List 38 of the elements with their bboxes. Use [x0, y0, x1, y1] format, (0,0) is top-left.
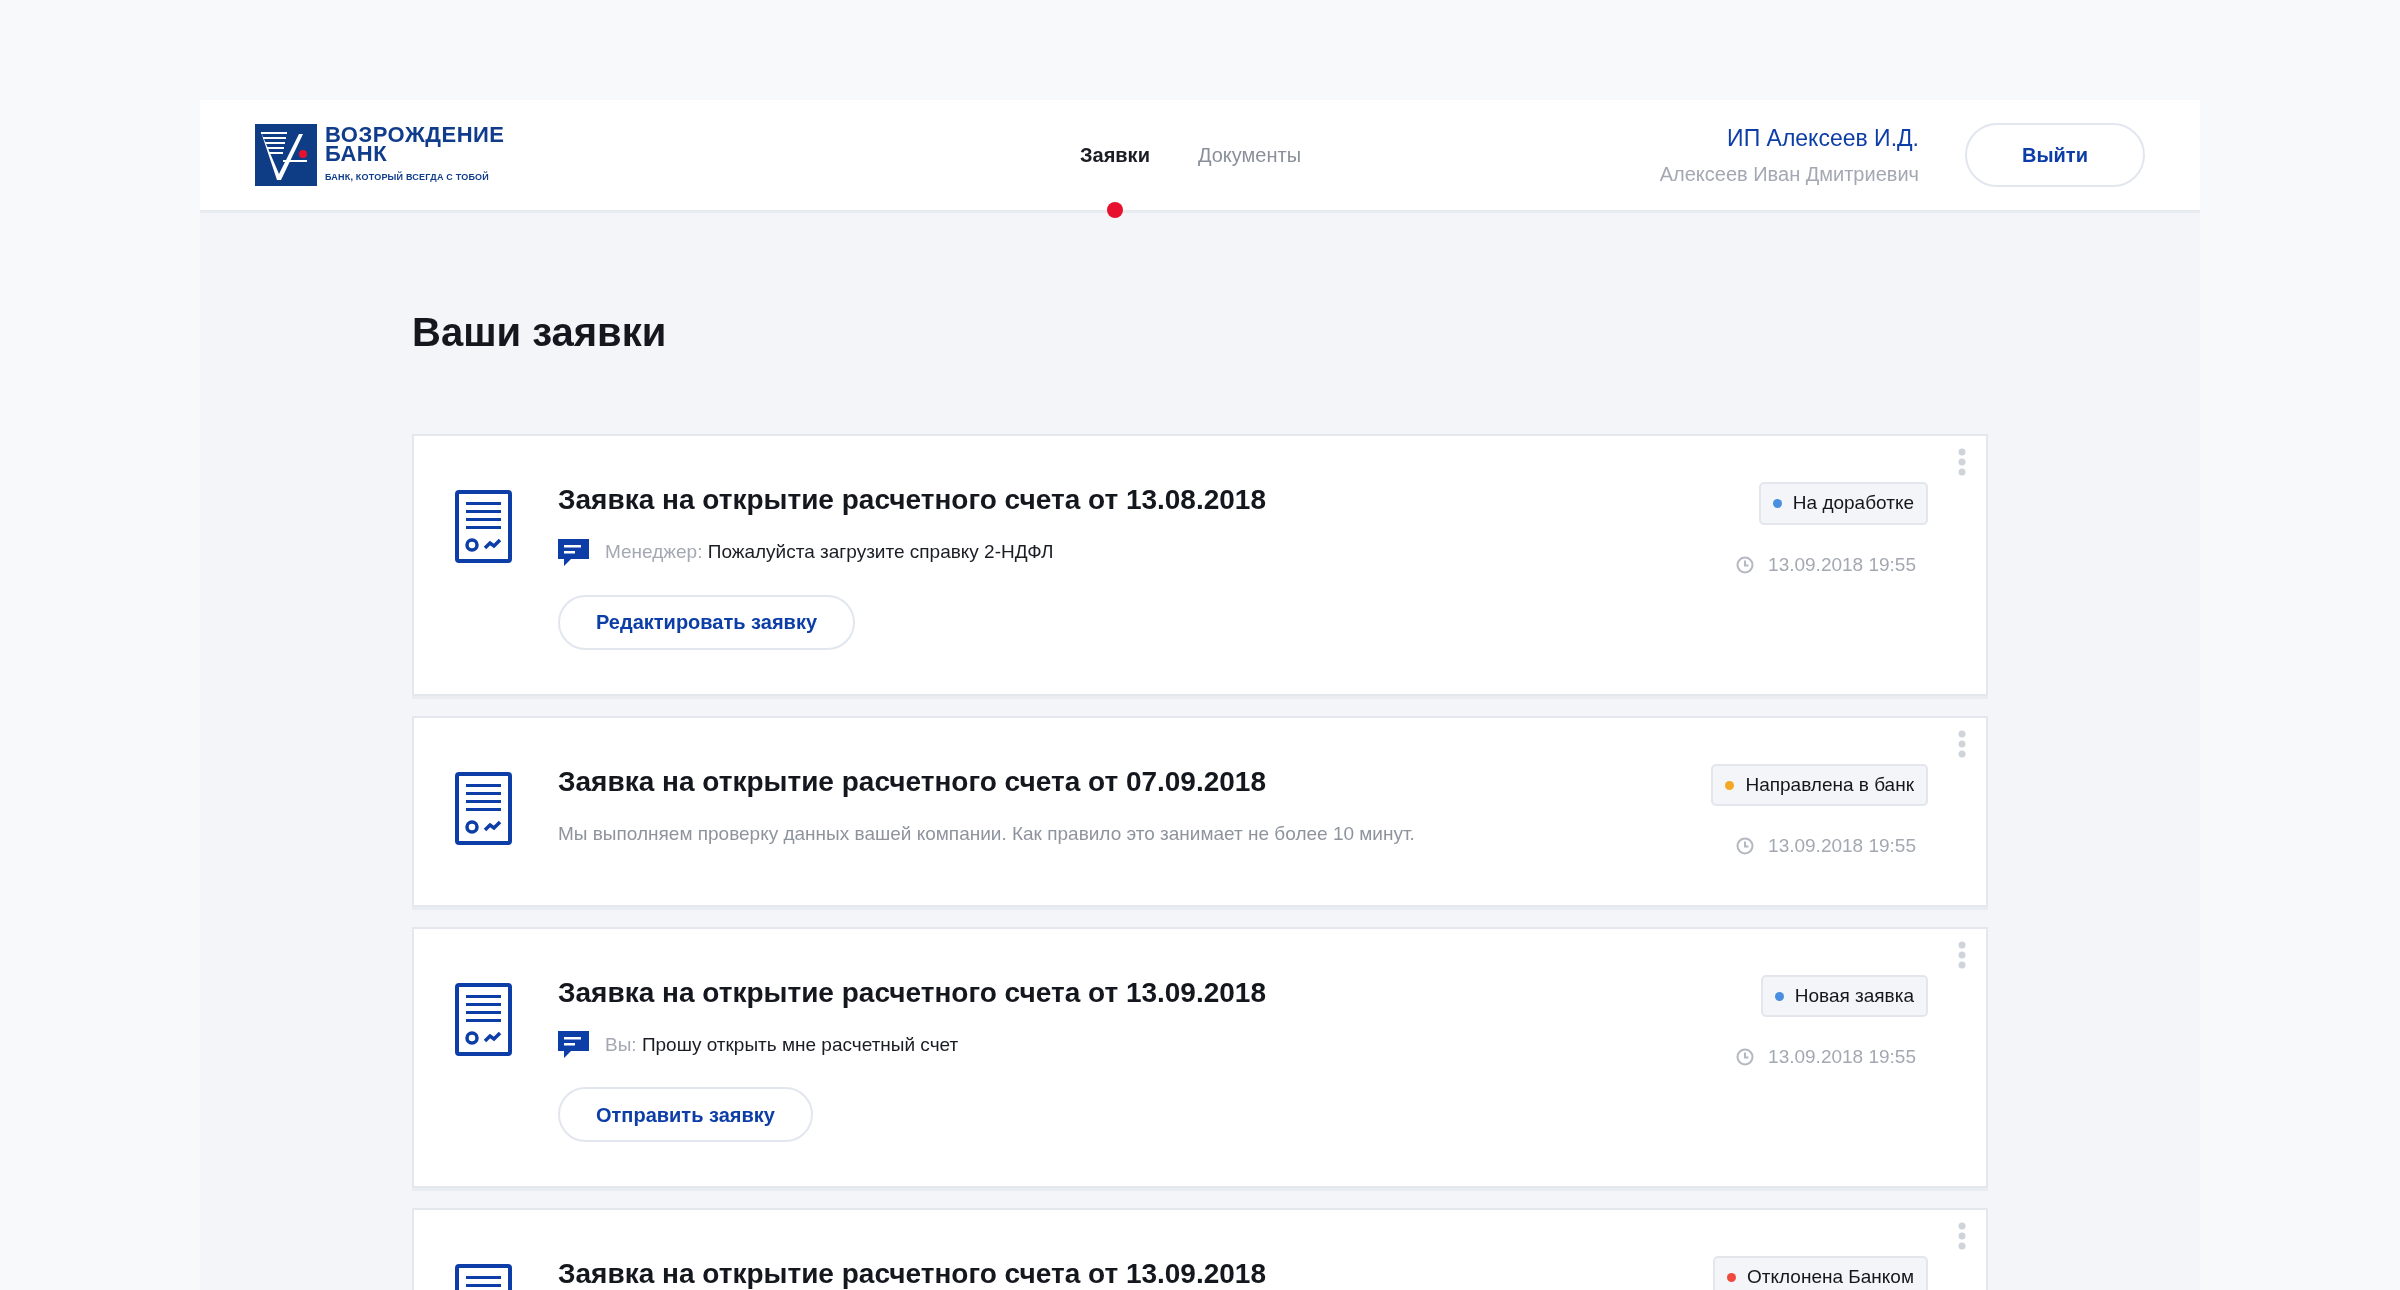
- message-icon: [558, 1031, 589, 1059]
- application-title[interactable]: Заявка на открытие расчетного счета от 07.09.2018: [558, 763, 1712, 800]
- comment-text: Вы: Прошу открыть мне расчетный счет: [605, 1032, 959, 1057]
- bank-slogan: БАНК, КОТОРЫЙ ВСЕГДА С ТОБОЙ: [325, 171, 490, 185]
- status-badge: Новая заявка: [1760, 974, 1928, 1017]
- document-icon: [455, 982, 512, 1056]
- company-name[interactable]: ИП Алексеев И.Д.: [1727, 120, 1919, 156]
- more-menu-icon[interactable]: [1958, 1222, 1966, 1250]
- status-badge: Отклонена Банком: [1713, 1256, 1928, 1290]
- action-button[interactable]: Отправить заявку: [558, 1087, 813, 1142]
- nav-tab[interactable]: Заявки: [1080, 134, 1150, 176]
- message-icon: [558, 538, 589, 566]
- timestamp: 13.09.2018 19:55: [1768, 1045, 1916, 1069]
- bank-name: БАНК: [325, 144, 388, 164]
- more-menu-icon[interactable]: [1958, 448, 1966, 476]
- clock-icon: [1736, 1048, 1755, 1067]
- status-note: Мы выполняем проверку данных вашей компании. Как правило это занимает не более 10 минут.: [558, 821, 1416, 846]
- status-badge: Направлена в банк: [1711, 763, 1928, 806]
- logo-icon: [255, 124, 317, 186]
- clock-icon: [1736, 555, 1755, 574]
- timestamp: 13.09.2018 19:55: [1768, 552, 1916, 577]
- action-button[interactable]: Редактировать заявку: [558, 594, 855, 650]
- more-menu-icon[interactable]: [1958, 940, 1966, 969]
- page-title: Ваши заявки: [412, 309, 668, 356]
- active-tab-dot: [1106, 202, 1123, 218]
- document-icon: [455, 490, 512, 563]
- bank-name: ВОЗРОЖДЕНИЕ: [325, 125, 505, 145]
- timestamp: 13.09.2018 19:55: [1768, 834, 1916, 858]
- application-title[interactable]: Заявка на открытие расчетного счета от 13.09.2018: [558, 1256, 1714, 1290]
- document-icon: [455, 771, 512, 845]
- comment-text: Менеджер: Пожалуйста загрузите справку 2-НДФЛ: [605, 540, 1054, 564]
- application-title[interactable]: Заявка на открытие расчетного счета от 13.08.2018: [558, 482, 1737, 518]
- more-menu-icon[interactable]: [1958, 729, 1966, 758]
- clock-icon: [1736, 837, 1755, 856]
- logout-button[interactable]: Выйти: [1965, 123, 2145, 187]
- application-title[interactable]: Заявка на открытие расчетного счета от 13.09.2018: [558, 974, 1737, 1011]
- user-name: Алексеев Иван Дмитриевич: [1659, 162, 1919, 188]
- status-badge: На доработке: [1758, 482, 1928, 525]
